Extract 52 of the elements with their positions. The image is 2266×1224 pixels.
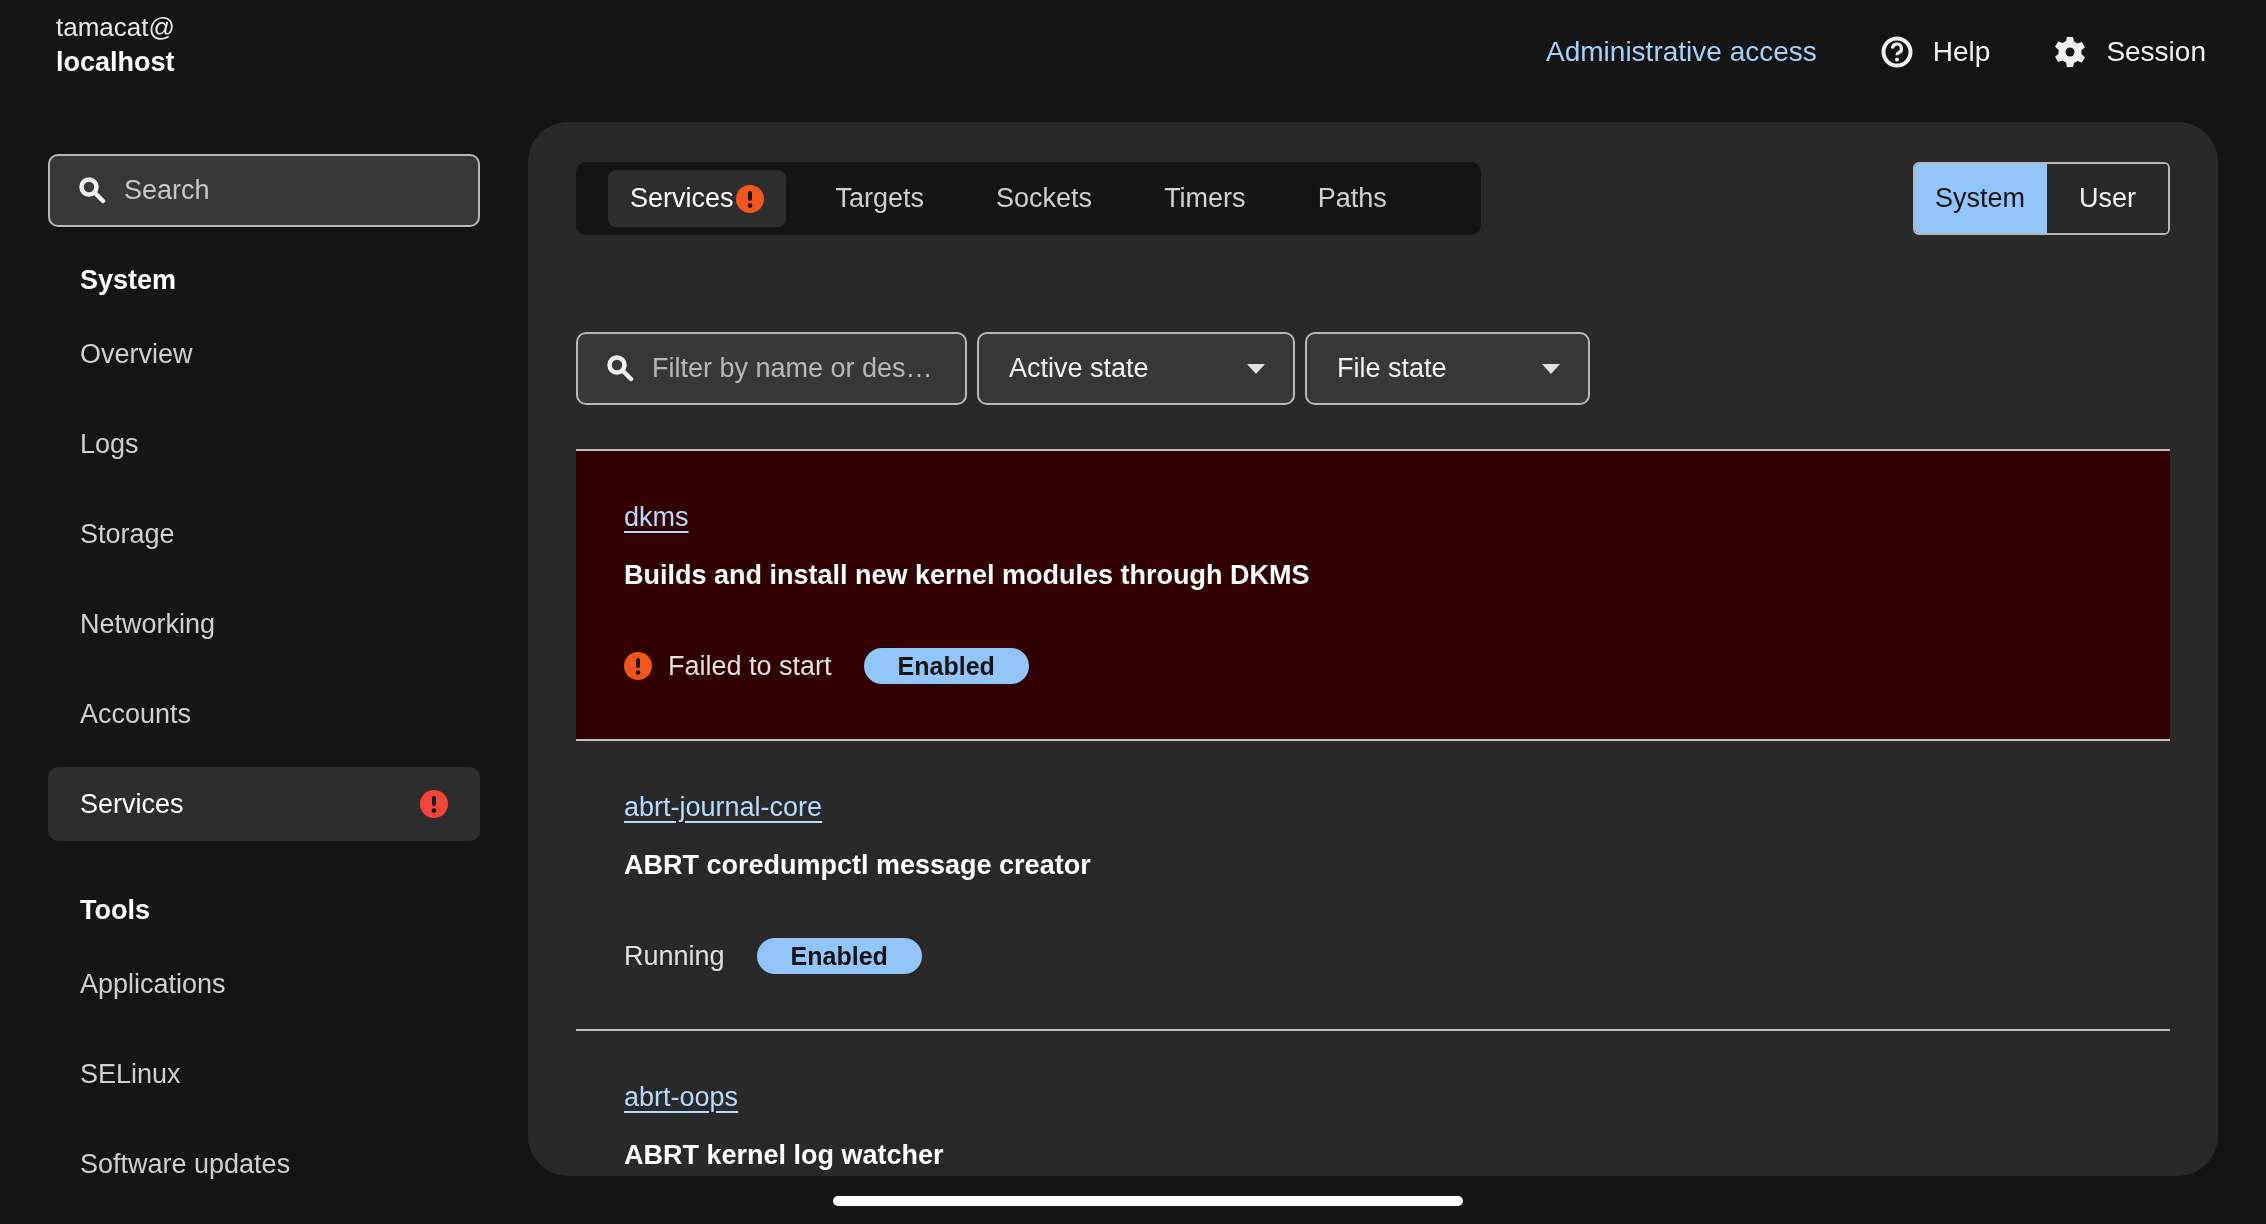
- tab[interactable]: Paths: [1295, 170, 1409, 227]
- service-name-link[interactable]: dkms: [624, 497, 689, 537]
- service-description: ABRT coredumpctl message creator: [624, 849, 1092, 882]
- nav-item[interactable]: Logs: [48, 407, 480, 481]
- search-icon: [78, 176, 106, 204]
- scope-toggle-button[interactable]: System: [1914, 164, 2047, 233]
- nav-item[interactable]: Services: [48, 767, 480, 841]
- filter-dropdown[interactable]: File state: [1305, 332, 1590, 405]
- nav-item-label: SELinux: [80, 1058, 181, 1090]
- file-state-badge: Enabled: [863, 648, 1029, 684]
- tab[interactable]: Sockets: [974, 170, 1115, 227]
- search-field[interactable]: Search: [48, 154, 480, 227]
- service-description: ABRT kernel log watcher: [624, 1139, 945, 1172]
- help-icon: [1880, 36, 1913, 68]
- nav-item-label: Logs: [80, 428, 139, 460]
- nav-item[interactable]: Overview: [48, 317, 480, 391]
- service-status: Failed to start: [668, 650, 832, 682]
- filter-field[interactable]: Filter by name or des…: [576, 332, 967, 405]
- nav-item-label: Applications: [80, 968, 226, 1000]
- file-state-badge: Enabled: [756, 938, 922, 974]
- service-status: Running: [624, 940, 725, 972]
- nav-item-label: Software updates: [80, 1148, 291, 1180]
- tab[interactable]: Services: [608, 170, 786, 227]
- admin-access-link[interactable]: Administrative access: [1546, 36, 1817, 68]
- service-name-link[interactable]: abrt-oops: [624, 1077, 739, 1117]
- session-button[interactable]: Session: [2054, 36, 2206, 68]
- nav-item[interactable]: Software updates: [48, 1127, 480, 1201]
- service-description: Builds and install new kernel modules through DKMS: [624, 559, 1311, 592]
- filter-dropdown[interactable]: Active state: [977, 332, 1295, 405]
- nav-item-label: Storage: [80, 518, 175, 550]
- alert-icon: [624, 652, 652, 680]
- service-name-link[interactable]: abrt-journal-core: [624, 787, 823, 827]
- nav-item-label: Accounts: [80, 698, 192, 730]
- nav-item-label: Services: [80, 788, 184, 820]
- nav-item[interactable]: Applications: [48, 947, 480, 1021]
- settings-icon: [2054, 36, 2087, 68]
- help-button[interactable]: Help: [1880, 36, 1991, 68]
- nav-item[interactable]: SELinux: [48, 1037, 480, 1111]
- host-name: localhost: [56, 47, 175, 78]
- tab[interactable]: Targets: [813, 170, 947, 227]
- user-name: tamacat@: [56, 12, 175, 43]
- nav-item-label: Overview: [80, 338, 193, 370]
- nav-item[interactable]: Storage: [48, 497, 480, 571]
- nav-item[interactable]: Accounts: [48, 677, 480, 751]
- caret-icon: [1247, 363, 1265, 374]
- tab[interactable]: Timers: [1142, 170, 1268, 227]
- caret-icon: [1542, 363, 1560, 374]
- nav-item[interactable]: Networking: [48, 587, 480, 661]
- nav-section-title: Tools: [79, 893, 151, 927]
- nav-section-title: System: [79, 263, 178, 297]
- nav-item-label: Networking: [80, 608, 216, 640]
- search-icon: [606, 354, 634, 382]
